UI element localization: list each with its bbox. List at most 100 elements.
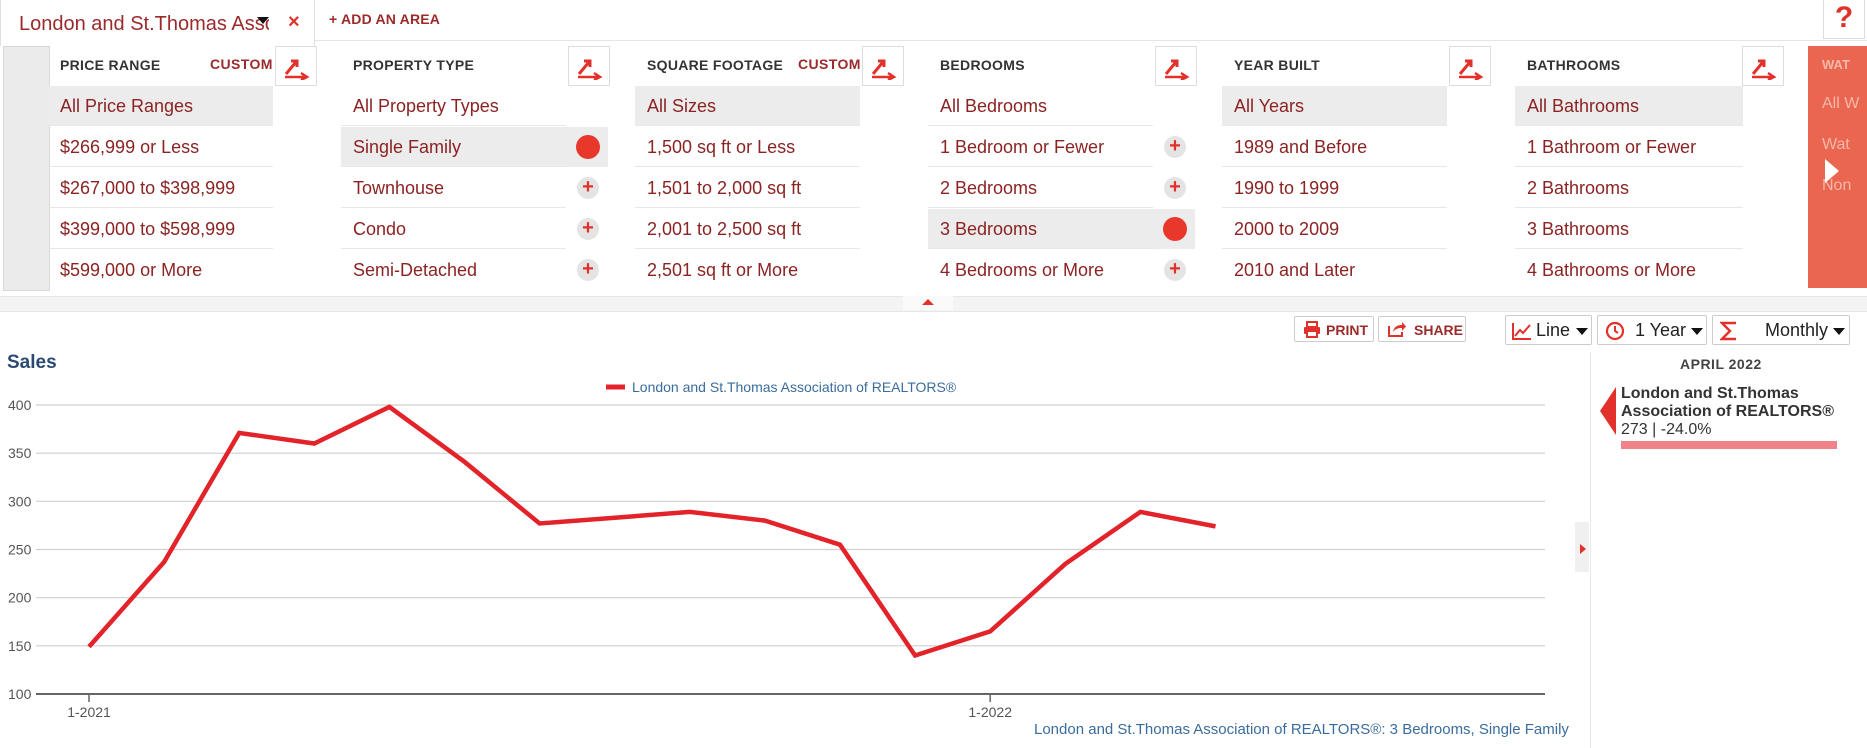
filter-header: BEDROOMS xyxy=(928,46,1197,86)
filter-option[interactable]: $599,000 or More xyxy=(48,250,273,290)
y-tick-label: 400 xyxy=(8,397,32,413)
filter-header: SQUARE FOOTAGE CUSTOM xyxy=(635,46,904,86)
area-tab[interactable]: London and St.Thomas Association of REAL… xyxy=(0,0,315,46)
filter-title: PRICE RANGE xyxy=(60,57,161,73)
filter-property-type: PROPERTY TYPE All Property Types Single … xyxy=(341,46,610,291)
clock-icon xyxy=(1605,321,1625,341)
filter-option[interactable]: 1,500 sq ft or Less xyxy=(635,127,860,167)
share-button[interactable]: SHARE xyxy=(1378,316,1466,342)
y-tick-label: 350 xyxy=(8,445,32,461)
info-month: APRIL 2022 xyxy=(1680,356,1762,372)
expand-filter-button[interactable] xyxy=(1449,46,1491,86)
add-icon[interactable]: + xyxy=(577,177,599,199)
chart-legend[interactable]: London and St.Thomas Association of REAL… xyxy=(606,379,957,395)
filter-panel: PRICE RANGE CUSTOM All Price Ranges $266… xyxy=(0,46,1867,296)
arrow-right-icon[interactable] xyxy=(1580,544,1586,554)
filter-option[interactable]: 1989 and Before xyxy=(1222,127,1447,167)
selected-dot-icon[interactable] xyxy=(1163,217,1187,241)
area-name[interactable]: London and St.Thomas Association of REAL… xyxy=(19,13,269,36)
expand-filter-button[interactable] xyxy=(862,46,904,86)
filter-option-selected[interactable]: 3 Bedrooms xyxy=(928,209,1156,249)
filter-option[interactable]: 3 Bathrooms xyxy=(1515,209,1743,249)
filter-header: PRICE RANGE CUSTOM xyxy=(48,46,317,86)
filter-option[interactable]: All Bedrooms xyxy=(928,86,1153,126)
filter-option[interactable]: 4 Bedrooms or More xyxy=(928,250,1153,290)
filter-title: BEDROOMS xyxy=(940,57,1025,73)
pointer-left-icon xyxy=(1600,387,1616,435)
next-filters-button[interactable]: WAT All W Wat Non xyxy=(1808,46,1867,288)
line-chart-icon xyxy=(1512,323,1531,340)
filter-option[interactable]: 4 Bathrooms or More xyxy=(1515,250,1743,290)
filter-option[interactable]: All Property Types xyxy=(341,86,566,126)
filter-option[interactable]: $266,999 or Less xyxy=(48,127,273,167)
expand-arrow-icon xyxy=(284,59,310,80)
filter-option[interactable]: 1 Bathroom or Fewer xyxy=(1515,127,1743,167)
y-tick-label: 150 xyxy=(8,638,32,654)
expand-filter-button[interactable] xyxy=(568,46,610,86)
filter-option[interactable]: 1990 to 1999 xyxy=(1222,168,1447,208)
filter-option[interactable]: All Years xyxy=(1222,86,1447,126)
custom-button[interactable]: CUSTOM xyxy=(210,56,273,72)
interval-value: Monthly xyxy=(1765,320,1829,340)
filter-bathrooms: BATHROOMS All Bathrooms 1 Bathroom or Fe… xyxy=(1515,46,1784,291)
chevron-down-icon xyxy=(1833,328,1845,335)
sigma-icon xyxy=(1720,321,1736,341)
period-select[interactable]: 1 Year xyxy=(1597,315,1707,345)
help-icon[interactable]: ? xyxy=(1835,1,1853,34)
add-icon[interactable]: + xyxy=(1164,177,1186,199)
x-tick-label: 1-2022 xyxy=(968,704,1012,720)
filter-option[interactable]: $267,000 to $398,999 xyxy=(48,168,273,208)
filter-option[interactable]: 2 Bathrooms xyxy=(1515,168,1743,208)
filter-option[interactable]: Condo xyxy=(341,209,566,249)
y-tick-label: 200 xyxy=(8,590,32,606)
chevron-down-icon[interactable] xyxy=(257,17,269,24)
filter-option[interactable]: All Price Ranges xyxy=(48,86,273,126)
print-button[interactable]: PRINT xyxy=(1294,316,1374,342)
expand-arrow-icon xyxy=(1458,59,1484,80)
info-series-swatch xyxy=(1621,441,1837,449)
filter-option[interactable]: 1,501 to 2,000 sq ft xyxy=(635,168,860,208)
expand-arrow-icon xyxy=(1164,59,1190,80)
custom-button[interactable]: CUSTOM xyxy=(798,56,861,72)
chevron-down-icon xyxy=(1691,328,1703,335)
filter-side-handle[interactable] xyxy=(3,46,50,291)
chart-type-value: Line xyxy=(1536,320,1571,340)
filter-option[interactable]: $399,000 to $598,999 xyxy=(48,209,273,249)
add-icon[interactable]: + xyxy=(577,259,599,281)
expand-arrow-icon xyxy=(871,59,897,80)
filter-option[interactable]: 1 Bedroom or Fewer xyxy=(928,127,1153,167)
filter-option[interactable]: 2 Bedrooms xyxy=(928,168,1153,208)
chart-type-select[interactable]: Line xyxy=(1505,315,1592,345)
add-icon[interactable]: + xyxy=(1164,259,1186,281)
expand-filter-button[interactable] xyxy=(275,46,317,86)
close-area-button[interactable]: × xyxy=(288,11,300,33)
series-line xyxy=(87,404,1216,659)
filter-bedrooms: BEDROOMS All Bedrooms 1 Bedroom or Fewer… xyxy=(928,46,1197,291)
filter-option[interactable]: 2,501 sq ft or More xyxy=(635,250,860,290)
filter-option[interactable]: 2000 to 2009 xyxy=(1222,209,1447,249)
x-axis-ticks: 1-2021 1-2022 xyxy=(67,694,1012,720)
filter-option-selected[interactable]: Single Family xyxy=(341,127,569,167)
add-icon[interactable]: + xyxy=(577,218,599,240)
expand-arrow-icon xyxy=(1751,59,1777,80)
expand-filter-button[interactable] xyxy=(1155,46,1197,86)
share-label: SHARE xyxy=(1414,322,1464,338)
filter-title: SQUARE FOOTAGE xyxy=(647,57,784,73)
collapse-up-icon[interactable] xyxy=(922,299,934,305)
filter-option[interactable]: Townhouse xyxy=(341,168,566,208)
top-bar: London and St.Thomas Association of REAL… xyxy=(0,0,1867,46)
y-tick-label: 100 xyxy=(8,686,32,702)
filter-title: BATHROOMS xyxy=(1527,57,1621,73)
selected-dot-icon[interactable] xyxy=(576,135,600,159)
filter-option[interactable]: 2,001 to 2,500 sq ft xyxy=(635,209,860,249)
add-icon[interactable]: + xyxy=(1164,136,1186,158)
help-button[interactable]: ? xyxy=(1823,0,1865,39)
filter-option[interactable]: 2010 and Later xyxy=(1222,250,1447,290)
add-area-button[interactable]: + ADD AN AREA xyxy=(329,11,440,27)
filter-option[interactable]: All Sizes xyxy=(635,86,860,126)
printer-icon xyxy=(1304,321,1320,338)
interval-select[interactable]: Monthly xyxy=(1712,315,1850,345)
filter-option[interactable]: All Bathrooms xyxy=(1515,86,1743,126)
expand-filter-button[interactable] xyxy=(1742,46,1784,86)
filter-option[interactable]: Semi-Detached xyxy=(341,250,566,290)
